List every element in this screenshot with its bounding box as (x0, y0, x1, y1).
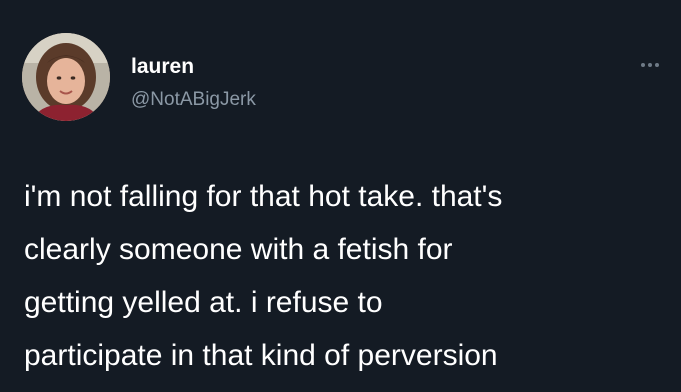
tweet-text: i'm not falling for that hot take. that'… (24, 170, 664, 382)
author-handle[interactable]: @NotABigJerk (131, 90, 256, 109)
tweet-text-line: getting yelled at. i refuse to (24, 286, 383, 319)
tweet-text-line: participate in that kind of perversion (24, 339, 498, 372)
ellipsis-icon[interactable] (641, 60, 663, 70)
author-display-name[interactable]: lauren (131, 56, 194, 77)
avatar-image (22, 33, 110, 121)
tweet-card: lauren @NotABigJerk i'm not falling for … (0, 0, 681, 392)
ellipsis-dot-icon (648, 63, 652, 67)
avatar[interactable] (22, 33, 110, 121)
tweet-text-line: i'm not falling for that hot take. that'… (24, 180, 503, 213)
tweet-text-line: clearly someone with a fetish for (24, 233, 453, 266)
ellipsis-dot-icon (655, 63, 659, 67)
ellipsis-dot-icon (641, 63, 645, 67)
